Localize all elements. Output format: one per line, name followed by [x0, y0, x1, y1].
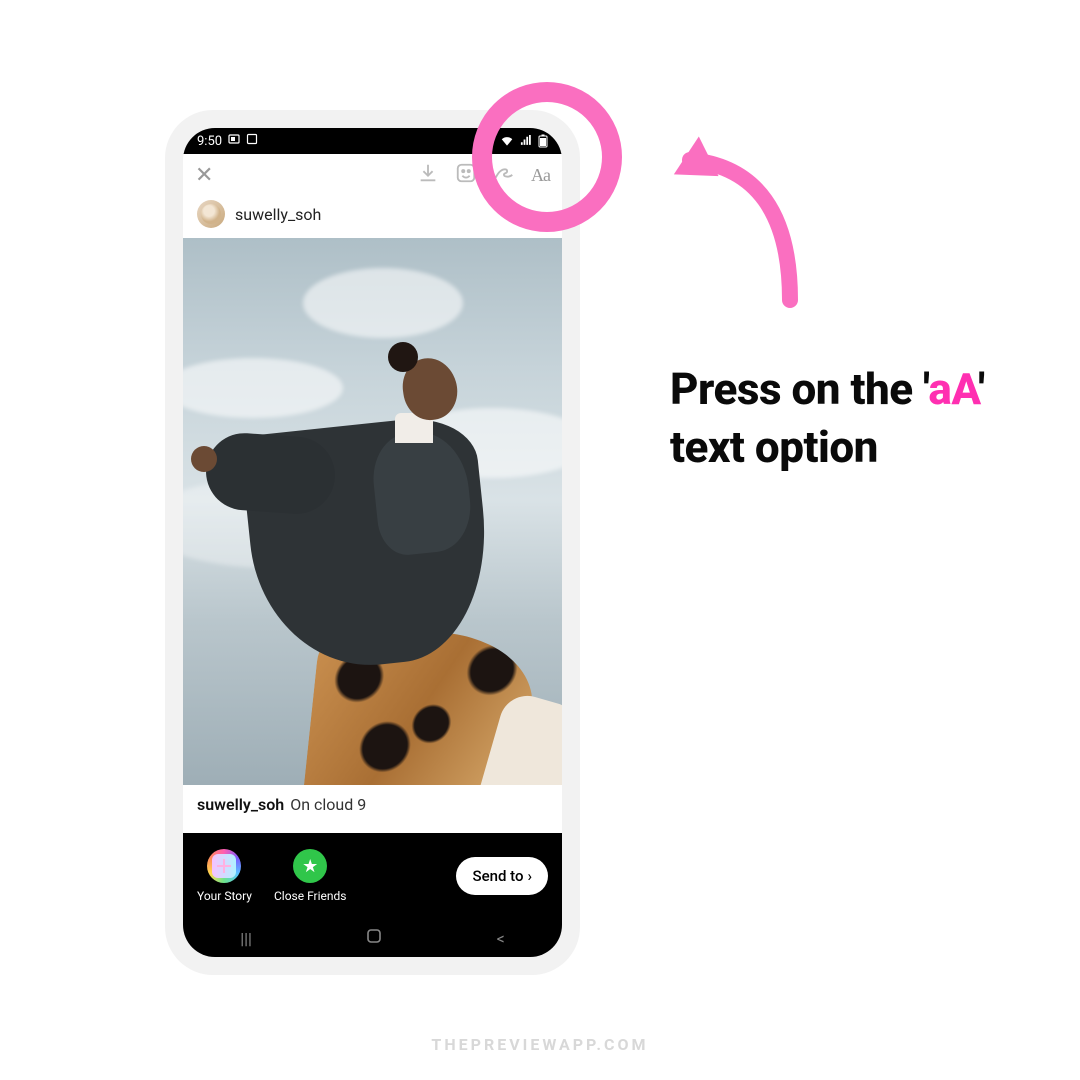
back-button[interactable]: <: [497, 929, 505, 948]
download-icon[interactable]: [417, 162, 439, 188]
watermark: THEPREVIEWAPP.COM: [0, 1035, 1080, 1054]
caption-text: On cloud 9: [290, 795, 366, 814]
your-story-icon: [207, 849, 241, 883]
annotation-highlight-circle: [472, 82, 622, 232]
phone-screen: 9:50: [183, 128, 562, 957]
annotation-arrow: [660, 130, 830, 320]
status-time: 9:50: [197, 134, 222, 149]
photo-subject: [183, 238, 562, 785]
star-icon: ★: [293, 849, 327, 883]
close-friends-button[interactable]: ★ Close Friends: [274, 849, 347, 903]
your-story-button[interactable]: Your Story: [197, 849, 252, 903]
user-name[interactable]: suwelly_soh: [235, 205, 321, 224]
instruction-text: Press on the 'aA' text option: [670, 360, 1030, 476]
phone-frame: 9:50: [165, 110, 580, 975]
instruction-highlight: aA: [928, 363, 978, 415]
story-share-bar: Your Story ★ Close Friends Send to ›: [183, 833, 562, 919]
chevron-right-icon: ›: [527, 867, 532, 885]
close-friends-label: Close Friends: [274, 889, 347, 903]
post-photo[interactable]: [183, 238, 562, 785]
user-avatar[interactable]: [197, 200, 225, 228]
your-story-label: Your Story: [197, 889, 252, 903]
home-button[interactable]: [366, 928, 382, 948]
instruction-pre: Press on the ': [670, 363, 928, 415]
recents-button[interactable]: |||: [240, 929, 252, 948]
send-to-label: Send to: [472, 867, 523, 885]
notification-icon: [246, 133, 258, 149]
post-caption: suwelly_soh On cloud 9: [183, 785, 562, 833]
caption-username[interactable]: suwelly_soh: [197, 795, 284, 814]
send-to-button[interactable]: Send to ›: [456, 857, 548, 895]
close-icon[interactable]: ✕: [195, 163, 213, 188]
screenshot-icon: [228, 133, 240, 149]
android-nav-bar: ||| <: [183, 919, 562, 957]
